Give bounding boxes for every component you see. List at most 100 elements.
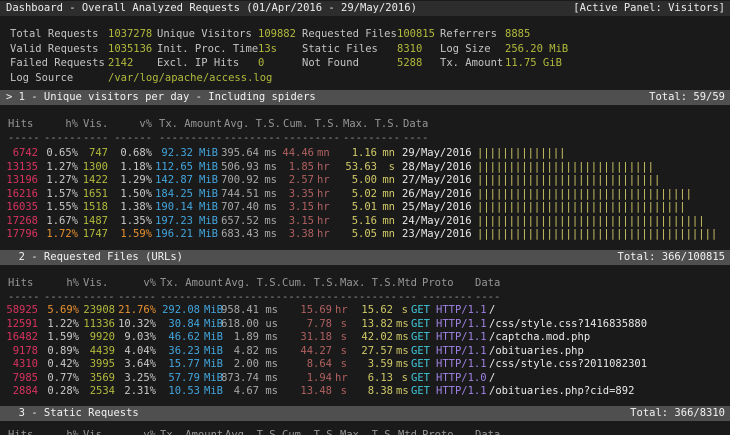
summary-label: Valid Requests (10, 42, 99, 56)
cell-method: GET (411, 330, 430, 344)
cell-tx-amount: 142.87 (148, 173, 193, 187)
cell-date: 29/May/2016 (402, 146, 472, 160)
cell-cum-ts: 7.78 (282, 317, 332, 331)
cell-max-ts: 6.13 (346, 371, 393, 385)
column-header-proto: Proto (422, 276, 454, 290)
cell-method: GET (411, 384, 430, 398)
cell-hits-pct: 1.57% (40, 187, 78, 201)
app-title: Dashboard - Overall Analyzed Requests (0… (6, 1, 417, 16)
cell-hits: 17268 (2, 214, 38, 228)
cell-visitors: 1651 (80, 187, 108, 201)
column-header-avg: Avg. T.S. (225, 428, 282, 435)
cell-visitors-pct: 10.32% (112, 317, 156, 331)
cell-method: GET (411, 357, 430, 371)
request-row[interactable]: 589255.69%2390821.76%292.08MiB958.41ms15… (0, 303, 730, 317)
summary-value: 11.75 GiB (505, 56, 562, 70)
cell-visitors-pct: 3.64% (112, 357, 156, 371)
cell-protocol: HTTP/1.1 (436, 344, 487, 358)
cell-hits-pct: 0.65% (40, 146, 78, 160)
request-row[interactable]: 125911.22%1133610.32%30.84MiB618.00us7.7… (0, 317, 730, 331)
cell-date: 26/May/2016 (402, 187, 472, 201)
cell-tx-amount: 10.53 (155, 384, 200, 398)
visitor-row[interactable]: 162161.57%16511.50%184.25MiB744.51ms3.35… (0, 187, 730, 201)
cell-max-unit: mn (381, 227, 395, 241)
column-underline: --- (398, 290, 417, 304)
request-row[interactable]: 91780.89%44394.04%36.23MiB4.82ms44.27s27… (0, 344, 730, 358)
cell-hits-pct: 0.42% (40, 357, 79, 371)
cell-date: 28/May/2016 (402, 160, 472, 174)
cell-max-unit: ms (396, 344, 408, 358)
cell-visitors: 1422 (80, 173, 108, 187)
summary-label: Requested Files (302, 27, 397, 41)
cell-avg-ts: 744.51 (200, 187, 259, 201)
column-header-tx: Tx. Amount (160, 428, 223, 435)
cell-max-unit: s (381, 160, 395, 174)
panel2-total: Total: 366/100815 (618, 250, 725, 265)
visitor-row[interactable]: 67420.65%7470.68%92.32MiB395.64ms44.46mn… (0, 146, 730, 160)
visitor-row[interactable]: 160351.55%15181.38%190.14MiB707.40ms3.15… (0, 200, 730, 214)
summary-value: 8885 (505, 27, 530, 41)
summary-label: Total Requests (10, 27, 99, 41)
hits-bar: ||||||||||||||||||||||||||||| (477, 173, 660, 187)
active-panel-indicator: [Active Panel: Visitors] (573, 1, 725, 16)
summary-value: 256.20 MiB (505, 42, 568, 56)
panel3-header[interactable]: 3 - Static Requests Total: 366/8310 (0, 406, 730, 421)
visitor-row[interactable]: 131351.27%13001.18%112.65MiB506.93ms1.85… (0, 160, 730, 174)
cell-hits-pct: 0.28% (40, 384, 79, 398)
request-row[interactable]: 164821.59%99209.03%46.62MiB1.89ms31.18s4… (0, 330, 730, 344)
summary-value: 5288 (397, 56, 422, 70)
request-row[interactable]: 79850.77%35693.25%57.79MiB873.74ms1.94hr… (0, 371, 730, 385)
cell-tx-amount: 57.79 (155, 371, 200, 385)
hits-bar: |||||||||||||||||||||||||||| (477, 160, 654, 174)
goaccess-dashboard: Dashboard - Overall Analyzed Requests (0… (0, 0, 730, 435)
cell-url: /captcha.mod.php (489, 330, 590, 344)
column-underline: ----- (8, 290, 40, 304)
column-header-data: Data (403, 117, 428, 131)
cell-hits: 2884 (2, 384, 38, 398)
cell-cum-ts: 8.64 (282, 357, 332, 371)
cell-protocol: HTTP/1.1 (436, 330, 487, 344)
cell-visitors: 3569 (80, 371, 115, 385)
cell-method: GET (411, 317, 430, 331)
cell-max-ts: 5.01 (330, 200, 377, 214)
cell-tx-amount: 46.62 (155, 330, 200, 344)
panel3-column-headers: Hits h% Vis. v% Tx. Amount Avg. T.S. Cum… (0, 428, 730, 435)
cell-method: GET (411, 344, 430, 358)
cell-protocol: HTTP/1.1 (436, 357, 487, 371)
summary-label: Init. Proc. Time (157, 42, 258, 56)
cell-hits: 7985 (2, 371, 38, 385)
summary-row-1: Total Requests1037278 Unique Visitors109… (0, 27, 730, 41)
column-header-hits: Hits (8, 276, 33, 290)
cell-avg-unit: ms (264, 371, 278, 385)
cell-cum-unit: hr (317, 214, 329, 228)
panel1-header[interactable]: > 1 - Unique visitors per day - Includin… (0, 90, 730, 105)
cell-avg-unit: us (264, 317, 278, 331)
visitor-row[interactable]: 131961.27%14221.29%142.87MiB700.92ms2.57… (0, 173, 730, 187)
cell-url: /obituaries.php (489, 344, 584, 358)
cell-protocol: HTTP/1.1 (436, 317, 487, 331)
visitor-row[interactable]: 172681.67%14871.35%197.23MiB657.52ms3.15… (0, 214, 730, 228)
cell-visitors-pct: 2.31% (112, 384, 156, 398)
column-header-vpct: v% (114, 117, 152, 131)
summary-label: Excl. IP Hits (157, 56, 239, 70)
cell-tx-amount: 30.84 (155, 317, 200, 331)
column-header-vis: Vis. (83, 276, 108, 290)
request-row[interactable]: 43100.42%39953.64%15.77MiB2.00ms8.64s3.5… (0, 357, 730, 371)
cell-hits: 13196 (2, 173, 38, 187)
cell-hits: 16216 (2, 187, 38, 201)
panel2-title: 2 - Requested Files (URLs) (6, 250, 183, 265)
cell-avg-unit: ms (264, 357, 278, 371)
column-header-tx: Tx. Amount (159, 117, 222, 131)
column-underline: ----- (83, 290, 115, 304)
cell-visitors: 1747 (80, 227, 108, 241)
request-row[interactable]: 28840.28%25342.31%10.53MiB4.67ms13.48s8.… (0, 384, 730, 398)
panel2-header[interactable]: 2 - Requested Files (URLs) Total: 366/10… (0, 250, 730, 265)
panel1-column-headers: Hits h% Vis. v% Tx. Amount Avg. T.S. Cum… (0, 117, 730, 131)
cell-url: /obituaries.php?cid=892 (489, 384, 634, 398)
cell-max-unit: s (396, 371, 408, 385)
column-underline: ---- (475, 290, 500, 304)
visitor-row[interactable]: 177961.72%17471.59%196.21MiB683.43ms3.38… (0, 227, 730, 241)
cell-visitors-pct: 1.38% (108, 200, 152, 214)
cell-visitors: 9920 (80, 330, 115, 344)
column-underline: ------ (114, 131, 152, 145)
